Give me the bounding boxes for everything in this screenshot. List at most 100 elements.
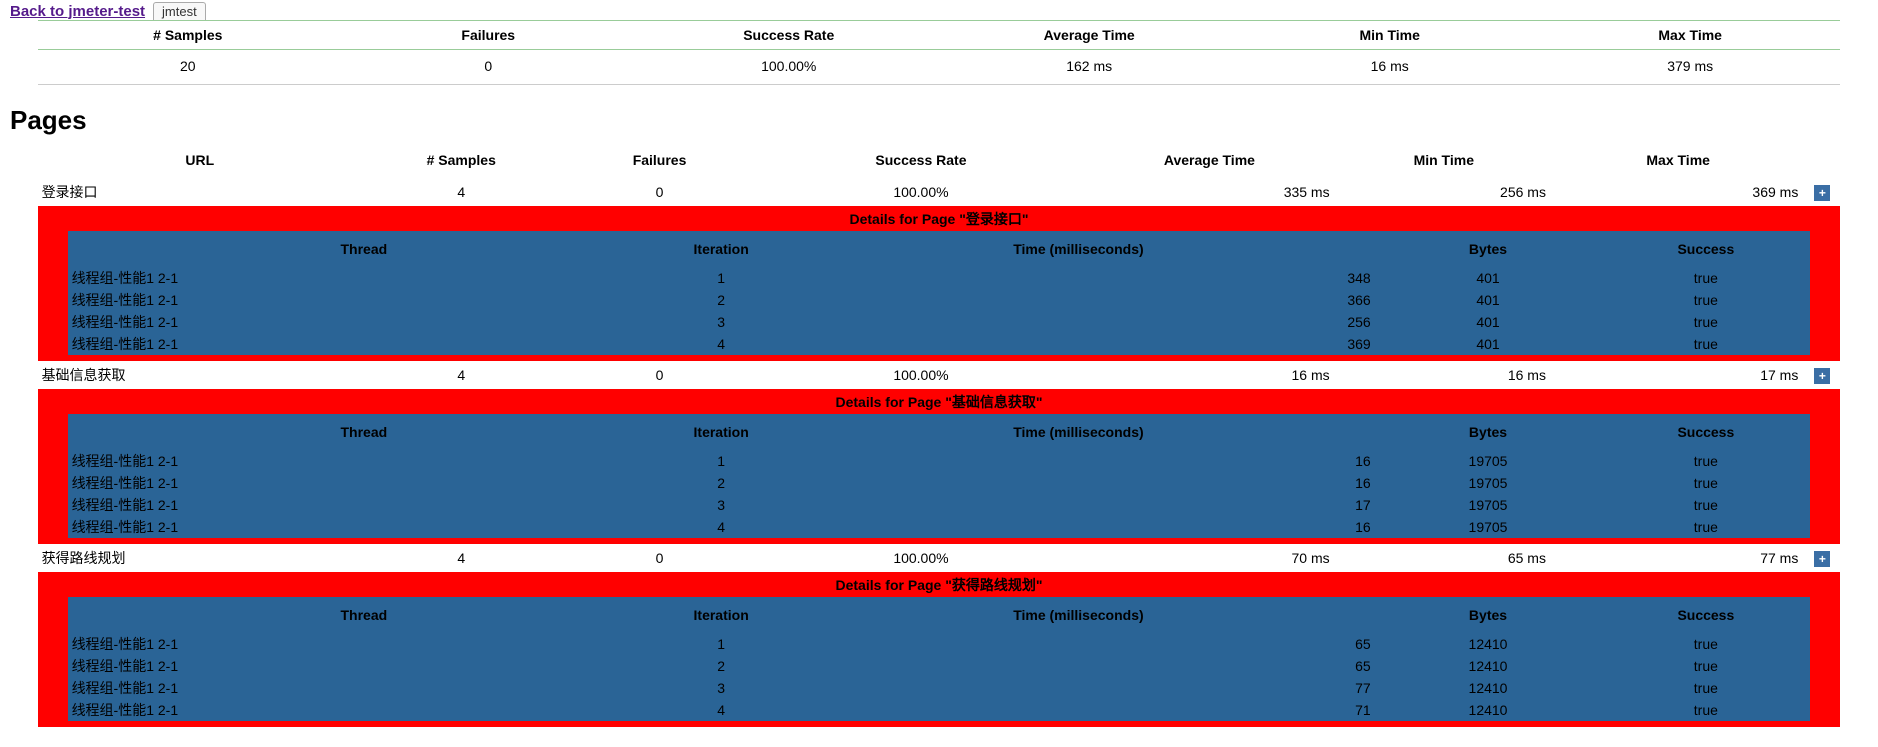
detail-iter: 4 (660, 333, 782, 355)
detail-row: 线程组-性能1 2-137712410true (68, 677, 1811, 699)
detail-iter: 3 (660, 311, 782, 333)
pages-col-failures: Failures (560, 142, 758, 178)
detail-iter: 4 (660, 699, 782, 721)
page-min: 65 ms (1336, 544, 1552, 572)
detail-thread: 线程组-性能1 2-1 (68, 450, 661, 472)
page-max: 77 ms (1552, 544, 1804, 572)
detail-col-bytes: Bytes (1375, 597, 1602, 633)
detail-success: true (1601, 311, 1810, 333)
detail-col-iter: Iteration (660, 414, 782, 450)
page-url: 获得路线规划 (38, 544, 363, 572)
detail-iter: 2 (660, 472, 782, 494)
detail-time: 65 (782, 633, 1375, 655)
detail-panel: Details for Page "基础信息获取"ThreadIteration… (38, 389, 1841, 544)
detail-bytes: 401 (1375, 267, 1602, 289)
page-url: 基础信息获取 (38, 361, 363, 389)
back-link[interactable]: Back to jmeter-test (10, 3, 145, 20)
detail-thread: 线程组-性能1 2-1 (68, 633, 661, 655)
detail-bytes: 19705 (1375, 516, 1602, 538)
detail-bytes: 19705 (1375, 472, 1602, 494)
detail-iter: 4 (660, 516, 782, 538)
detail-row: 线程组-性能1 2-11348401true (68, 267, 1811, 289)
page-rate: 100.00% (759, 544, 1084, 572)
summary-header-row: # Samples Failures Success Rate Average … (38, 21, 1841, 50)
detail-header-row: ThreadIterationTime (milliseconds)BytesS… (68, 231, 1811, 267)
detail-col-iter: Iteration (660, 231, 782, 267)
detail-iter: 1 (660, 267, 782, 289)
detail-col-success: Success (1601, 597, 1810, 633)
detail-row: 线程组-性能1 2-13256401true (68, 311, 1811, 333)
summary-col-max: Max Time (1540, 21, 1841, 50)
page-min: 256 ms (1336, 178, 1552, 206)
summary-val-max: 379 ms (1540, 50, 1841, 85)
detail-row: 线程组-性能1 2-141619705true (68, 516, 1811, 538)
top-bar: Back to jmeter-test jmtest (0, 0, 1878, 20)
detail-row: 线程组-性能1 2-126512410true (68, 655, 1811, 677)
summary-col-failures: Failures (338, 21, 638, 50)
page-max: 17 ms (1552, 361, 1804, 389)
summary-val-avg: 162 ms (939, 50, 1239, 85)
page-detail-row: Details for Page "基础信息获取"ThreadIteration… (38, 389, 1841, 544)
detail-col-thread: Thread (68, 414, 661, 450)
page-detail-row: Details for Page "登录接口"ThreadIterationTi… (38, 206, 1841, 361)
detail-thread: 线程组-性能1 2-1 (68, 677, 661, 699)
detail-time: 71 (782, 699, 1375, 721)
expand-icon[interactable]: + (1814, 551, 1830, 567)
page-row: 基础信息获取40100.00%16 ms16 ms17 ms+ (38, 361, 1841, 389)
page-avg: 16 ms (1083, 361, 1335, 389)
detail-success: true (1601, 516, 1810, 538)
expand-icon[interactable]: + (1814, 368, 1830, 384)
page-detail-row: Details for Page "获得路线规划"ThreadIteration… (38, 572, 1841, 727)
detail-success: true (1601, 333, 1810, 355)
detail-col-bytes: Bytes (1375, 414, 1602, 450)
detail-iter: 3 (660, 677, 782, 699)
detail-thread: 线程组-性能1 2-1 (68, 699, 661, 721)
detail-success: true (1601, 494, 1810, 516)
page-samples: 4 (362, 544, 560, 572)
tab-jmtest[interactable]: jmtest (153, 2, 206, 20)
detail-thread: 线程组-性能1 2-1 (68, 516, 661, 538)
page-max: 369 ms (1552, 178, 1804, 206)
pages-col-min: Min Time (1336, 142, 1552, 178)
detail-success: true (1601, 699, 1810, 721)
detail-thread: 线程组-性能1 2-1 (68, 267, 661, 289)
detail-success: true (1601, 289, 1810, 311)
detail-time: 366 (782, 289, 1375, 311)
detail-col-thread: Thread (68, 597, 661, 633)
detail-iter: 1 (660, 633, 782, 655)
detail-thread: 线程组-性能1 2-1 (68, 655, 661, 677)
detail-row: 线程组-性能1 2-116512410true (68, 633, 1811, 655)
detail-col-time: Time (milliseconds) (782, 414, 1375, 450)
detail-col-time: Time (milliseconds) (782, 231, 1375, 267)
expand-icon[interactable]: + (1814, 185, 1830, 201)
detail-time: 17 (782, 494, 1375, 516)
detail-success: true (1601, 633, 1810, 655)
page-rate: 100.00% (759, 178, 1084, 206)
summary-row: 20 0 100.00% 162 ms 16 ms 379 ms (38, 50, 1841, 85)
page-min: 16 ms (1336, 361, 1552, 389)
pages-col-rate: Success Rate (759, 142, 1084, 178)
detail-bytes: 12410 (1375, 633, 1602, 655)
detail-iter: 3 (660, 494, 782, 516)
content: # Samples Failures Success Rate Average … (0, 20, 1878, 747)
summary-val-failures: 0 (338, 50, 638, 85)
detail-bytes: 19705 (1375, 494, 1602, 516)
detail-time: 348 (782, 267, 1375, 289)
summary-table: # Samples Failures Success Rate Average … (38, 20, 1841, 85)
pages-heading: Pages (10, 105, 1878, 136)
detail-bytes: 401 (1375, 289, 1602, 311)
detail-success: true (1601, 677, 1810, 699)
pages-col-url: URL (38, 142, 363, 178)
detail-success: true (1601, 450, 1810, 472)
pages-col-max: Max Time (1552, 142, 1804, 178)
detail-success: true (1601, 472, 1810, 494)
detail-table: ThreadIterationTime (milliseconds)BytesS… (68, 414, 1811, 538)
page-row: 登录接口40100.00%335 ms256 ms369 ms+ (38, 178, 1841, 206)
summary-val-min: 16 ms (1239, 50, 1539, 85)
detail-title: Details for Page "获得路线规划" (68, 572, 1811, 597)
detail-time: 256 (782, 311, 1375, 333)
pages-col-samples: # Samples (362, 142, 560, 178)
detail-header-row: ThreadIterationTime (milliseconds)BytesS… (68, 414, 1811, 450)
page-failures: 0 (560, 544, 758, 572)
detail-time: 65 (782, 655, 1375, 677)
